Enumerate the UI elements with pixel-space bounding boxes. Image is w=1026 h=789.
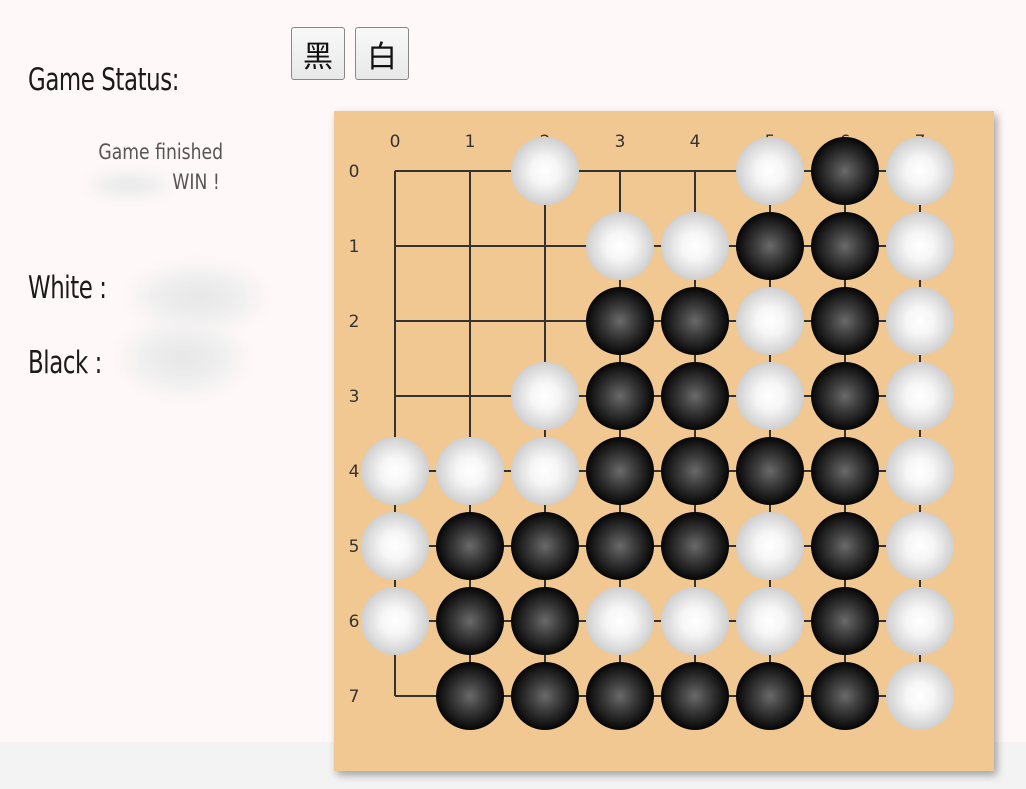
black-stone	[661, 362, 729, 430]
white-stone	[361, 437, 429, 505]
white-stone	[511, 437, 579, 505]
black-stone	[736, 662, 804, 730]
black-stone	[811, 212, 879, 280]
row-label: 5	[349, 537, 360, 557]
black-stone	[661, 287, 729, 355]
row-label: 0	[349, 162, 360, 182]
white-stone	[586, 212, 654, 280]
col-label: 0	[390, 132, 401, 152]
black-stone	[811, 287, 879, 355]
white-stone	[511, 137, 579, 205]
black-stone	[661, 437, 729, 505]
black-stone	[736, 212, 804, 280]
black-stone	[586, 437, 654, 505]
white-stone	[661, 587, 729, 655]
black-stone	[811, 662, 879, 730]
white-stone	[736, 137, 804, 205]
black-stone	[586, 287, 654, 355]
black-stone	[436, 512, 504, 580]
white-stone	[886, 362, 954, 430]
white-stone	[886, 662, 954, 730]
black-stone	[586, 512, 654, 580]
black-stone	[811, 437, 879, 505]
black-stone	[511, 587, 579, 655]
game-board[interactable]: 0123456701234567	[334, 111, 994, 771]
white-stone	[886, 587, 954, 655]
white-stone	[361, 512, 429, 580]
white-stone	[661, 212, 729, 280]
status-line-win: WIN !	[172, 170, 220, 194]
black-stone	[586, 362, 654, 430]
black-stone	[511, 512, 579, 580]
board-svg: 0123456701234567	[349, 132, 954, 730]
status-line-finished: Game finished	[98, 140, 223, 164]
black-color-button[interactable]: 黑	[291, 27, 345, 80]
white-player-label: White :	[28, 270, 107, 306]
black-stone	[811, 512, 879, 580]
white-stone	[736, 587, 804, 655]
black-stone	[586, 662, 654, 730]
row-label: 4	[349, 462, 360, 482]
row-label: 1	[349, 237, 360, 257]
black-stone	[811, 362, 879, 430]
white-stone	[886, 212, 954, 280]
black-player-label: Black :	[28, 345, 102, 381]
status-winner-name-blurred	[84, 170, 174, 200]
col-label: 3	[615, 132, 626, 152]
row-label: 2	[349, 312, 360, 332]
col-label: 1	[465, 132, 476, 152]
game-status-heading: Game Status:	[28, 62, 180, 98]
black-stone	[736, 437, 804, 505]
black-stone	[511, 662, 579, 730]
white-color-button[interactable]: 白	[355, 27, 409, 80]
white-stone	[361, 587, 429, 655]
col-label: 4	[690, 132, 701, 152]
white-stone	[736, 512, 804, 580]
row-label: 6	[349, 612, 360, 632]
white-stone	[886, 287, 954, 355]
white-stone	[511, 362, 579, 430]
black-stone	[661, 662, 729, 730]
white-stone	[886, 137, 954, 205]
black-stone	[811, 587, 879, 655]
white-stone	[886, 512, 954, 580]
white-stone	[586, 587, 654, 655]
row-label: 3	[349, 387, 360, 407]
black-stone	[436, 662, 504, 730]
white-stone	[436, 437, 504, 505]
black-stone	[436, 587, 504, 655]
black-player-avatar-blurred	[118, 318, 248, 398]
white-stone	[886, 437, 954, 505]
white-stone	[736, 362, 804, 430]
row-label: 7	[349, 687, 360, 707]
white-stone	[736, 287, 804, 355]
black-stone	[811, 137, 879, 205]
black-stone	[661, 512, 729, 580]
